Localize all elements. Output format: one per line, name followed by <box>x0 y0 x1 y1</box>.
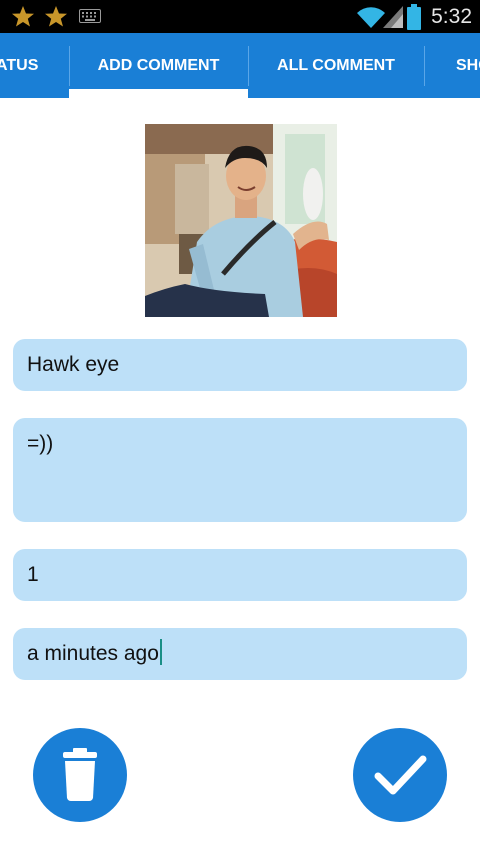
avatar[interactable] <box>145 124 337 317</box>
signal-icon <box>383 6 403 28</box>
trash-icon <box>63 748 97 801</box>
time-field-value: a minutes ago <box>27 642 159 665</box>
comment-field-value: =)) <box>27 432 54 455</box>
time-field[interactable]: a minutes ago <box>13 628 467 680</box>
count-field[interactable]: 1 <box>13 549 467 601</box>
confirm-button[interactable] <box>353 728 447 822</box>
selected-tab-indicator <box>69 89 248 98</box>
tab-all-comment[interactable]: ALL COMMENT <box>248 33 424 98</box>
status-bar: 5:32 <box>0 0 480 33</box>
comment-field[interactable]: =)) <box>13 418 467 522</box>
text-cursor <box>159 639 162 666</box>
count-field-value: 1 <box>27 563 39 586</box>
delete-button[interactable] <box>33 728 127 822</box>
star-icon <box>12 6 34 27</box>
keyboard-icon <box>79 9 101 23</box>
star-icon <box>45 6 67 27</box>
clock: 5:32 <box>431 5 472 28</box>
tab-show[interactable]: SHO <box>456 33 480 98</box>
name-field-value: Hawk eye <box>27 353 120 376</box>
name-field[interactable]: Hawk eye <box>13 339 467 391</box>
checkmark-icon <box>374 755 427 795</box>
battery-icon <box>407 4 421 30</box>
tab-divider <box>424 46 425 86</box>
tab-status[interactable]: ATUS <box>0 33 40 98</box>
